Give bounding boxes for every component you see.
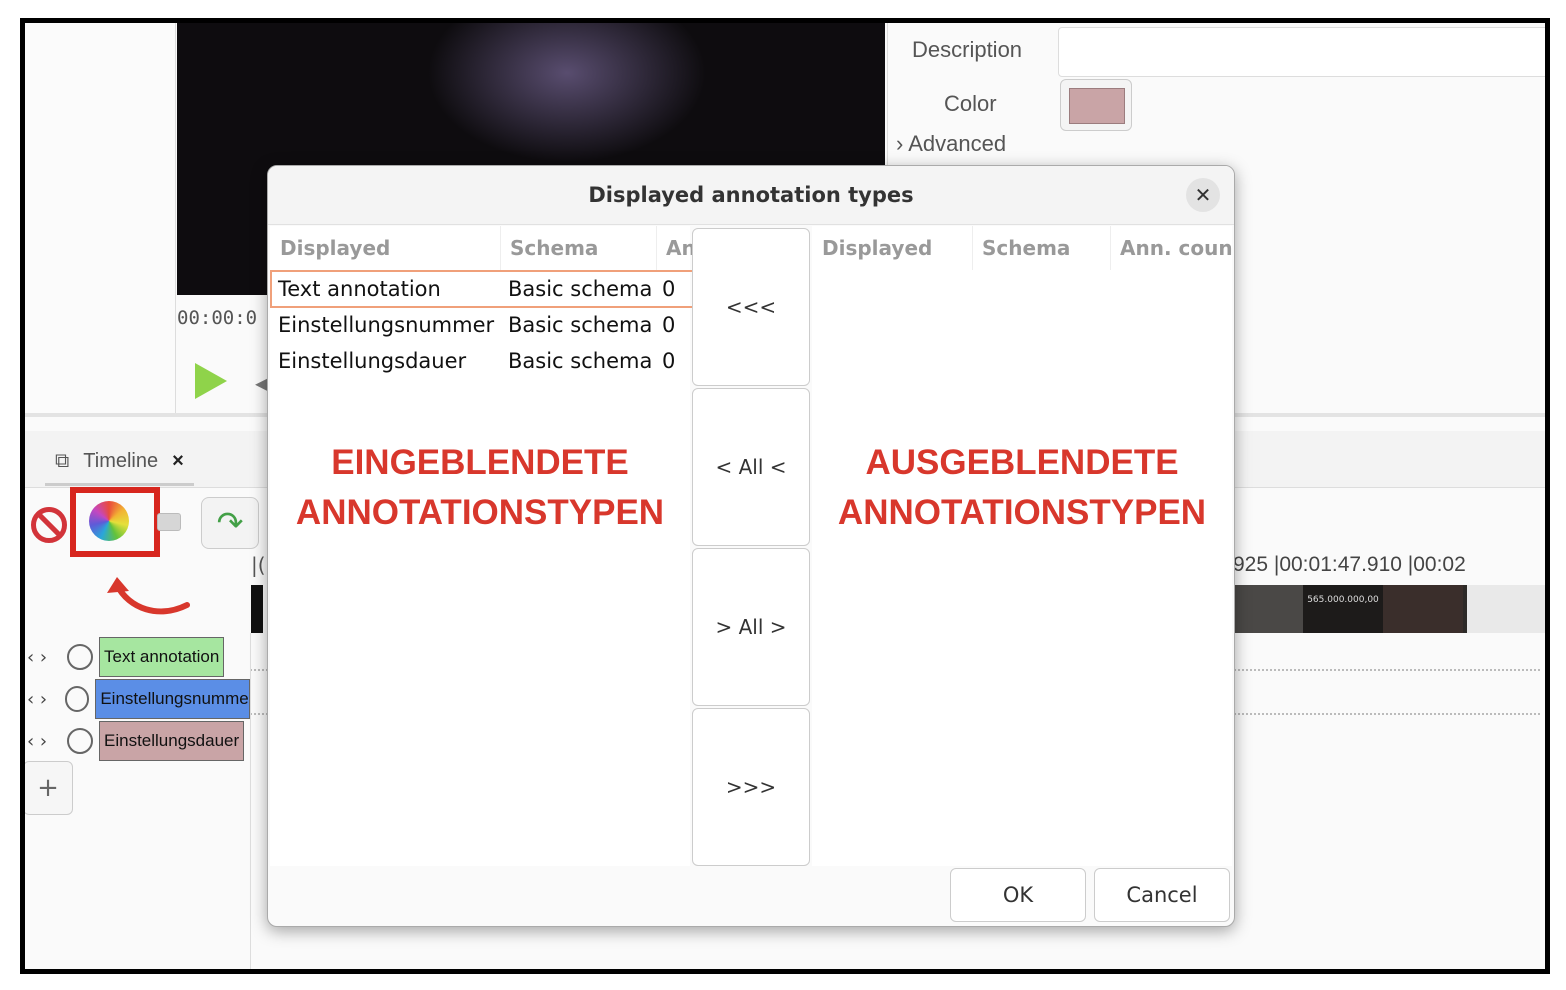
color-picker-button[interactable]	[1060, 79, 1132, 131]
caption-line: ANNOTATIONSTYPEN	[837, 493, 1207, 532]
highlight-box	[70, 487, 160, 557]
column-header-displayed[interactable]: Displayed	[270, 226, 501, 270]
cancel-button[interactable]: Cancel	[1094, 868, 1230, 922]
redo-icon[interactable]: ↷	[201, 497, 259, 549]
annotation-schema: Basic schema	[508, 349, 653, 373]
track-play-icon[interactable]	[64, 686, 90, 712]
all-left-button[interactable]: < All <	[692, 388, 810, 546]
timeline-ruler-left: |(	[251, 553, 266, 577]
annotation-type-name: Text annotation	[278, 277, 441, 301]
track-row[interactable]: ‹ › Einstellungsnummer	[25, 679, 250, 719]
annotation-count: 0	[662, 313, 676, 337]
column-header-count[interactable]: Ann. coun	[1110, 226, 1234, 270]
annotation-type-name: Einstellungsdauer	[278, 349, 467, 373]
thumbnail	[1233, 585, 1303, 633]
track-play-icon[interactable]	[67, 644, 93, 670]
all-right-button[interactable]: > All >	[692, 548, 810, 706]
move-left-button[interactable]: <<<	[692, 228, 810, 386]
thumbnail	[1467, 585, 1545, 633]
timeline-thumbnails: 565.000.000,00	[1233, 585, 1545, 633]
track-play-icon[interactable]	[67, 728, 93, 754]
track-nav-arrows[interactable]: ‹ ›	[25, 731, 65, 752]
displayed-types-list[interactable]: Displayed Schema An Text annotation Basi…	[270, 226, 696, 866]
track-nav-arrows[interactable]: ‹ ›	[25, 647, 65, 668]
left-panel	[25, 23, 176, 413]
caption-line: EINGEBLENDETE	[331, 443, 629, 482]
properties-panel: Description Color › Advanced	[887, 23, 1545, 183]
play-button[interactable]	[195, 363, 227, 399]
screenshot-frame: 00:00:0 ◀ Description Color › Advanced ⧉…	[20, 18, 1550, 974]
advanced-expander[interactable]: › Advanced	[896, 131, 1006, 157]
curved-arrow-icon	[107, 577, 190, 615]
column-header-schema[interactable]: Schema	[972, 226, 1111, 270]
annotation-schema: Basic schema	[508, 313, 653, 337]
rectangle-icon[interactable]	[157, 513, 181, 531]
close-icon[interactable]: ✕	[1186, 178, 1220, 212]
displayed-types-caption: EINGEBLENDETE ANNOTATIONSTYPEN	[278, 438, 682, 538]
track-label[interactable]: Einstellungsdauer	[99, 721, 245, 761]
add-track-button[interactable]: +	[25, 761, 73, 815]
track-nav-arrows[interactable]: ‹ ›	[25, 689, 63, 710]
move-right-button[interactable]: >>>	[692, 708, 810, 866]
tab-timeline[interactable]: ⧉ Timeline ×	[45, 439, 194, 486]
column-header-schema[interactable]: Schema	[500, 226, 657, 270]
list-item[interactable]: Einstellungsdauer Basic schema 0	[270, 344, 690, 378]
color-label: Color	[944, 91, 997, 116]
displayed-annotation-types-dialog: Displayed annotation types ✕ Displayed S…	[267, 165, 1235, 927]
video-light-streak	[427, 23, 707, 163]
annotation-schema: Basic schema	[508, 277, 653, 301]
track-label[interactable]: Einstellungsnummer	[95, 679, 250, 719]
track-row[interactable]: ‹ › Text annotation	[25, 637, 250, 677]
no-entry-icon[interactable]	[31, 507, 67, 543]
timeline-thumb-left	[251, 585, 263, 633]
hidden-types-list[interactable]: Displayed Schema Ann. coun	[812, 226, 1234, 866]
description-input[interactable]	[1058, 27, 1545, 77]
tab-close-icon[interactable]: ×	[172, 450, 184, 473]
caption-line: ANNOTATIONSTYPEN	[295, 493, 665, 532]
thumbnail: 565.000.000,00	[1303, 585, 1383, 633]
thumbnail	[1383, 585, 1463, 633]
player-timecode: 00:00:0	[177, 307, 258, 329]
tab-timeline-label: Timeline	[83, 449, 159, 472]
timeline-ruler: 925 |00:01:47.910 |00:02	[1233, 553, 1466, 576]
column-header-displayed[interactable]: Displayed	[812, 226, 973, 270]
track-label[interactable]: Text annotation	[99, 637, 225, 677]
annotation-count: 0	[662, 277, 676, 301]
detach-icon[interactable]: ⧉	[55, 450, 69, 473]
hidden-types-caption: AUSGEBLENDETE ANNOTATIONSTYPEN	[820, 438, 1224, 538]
annotation-count: 0	[662, 349, 676, 373]
ok-button[interactable]: OK	[950, 868, 1086, 922]
track-row[interactable]: ‹ › Einstellungsdauer	[25, 721, 250, 761]
description-label: Description	[912, 37, 1023, 62]
list-item[interactable]: Text annotation Basic schema 0	[270, 270, 694, 308]
dialog-title: Displayed annotation types	[268, 166, 1234, 225]
color-swatch	[1069, 88, 1125, 124]
annotation-type-name: Einstellungsnummer	[278, 313, 495, 337]
caption-line: AUSGEBLENDETE	[865, 443, 1179, 482]
list-item[interactable]: Einstellungsnummer Basic schema 0	[270, 308, 690, 342]
